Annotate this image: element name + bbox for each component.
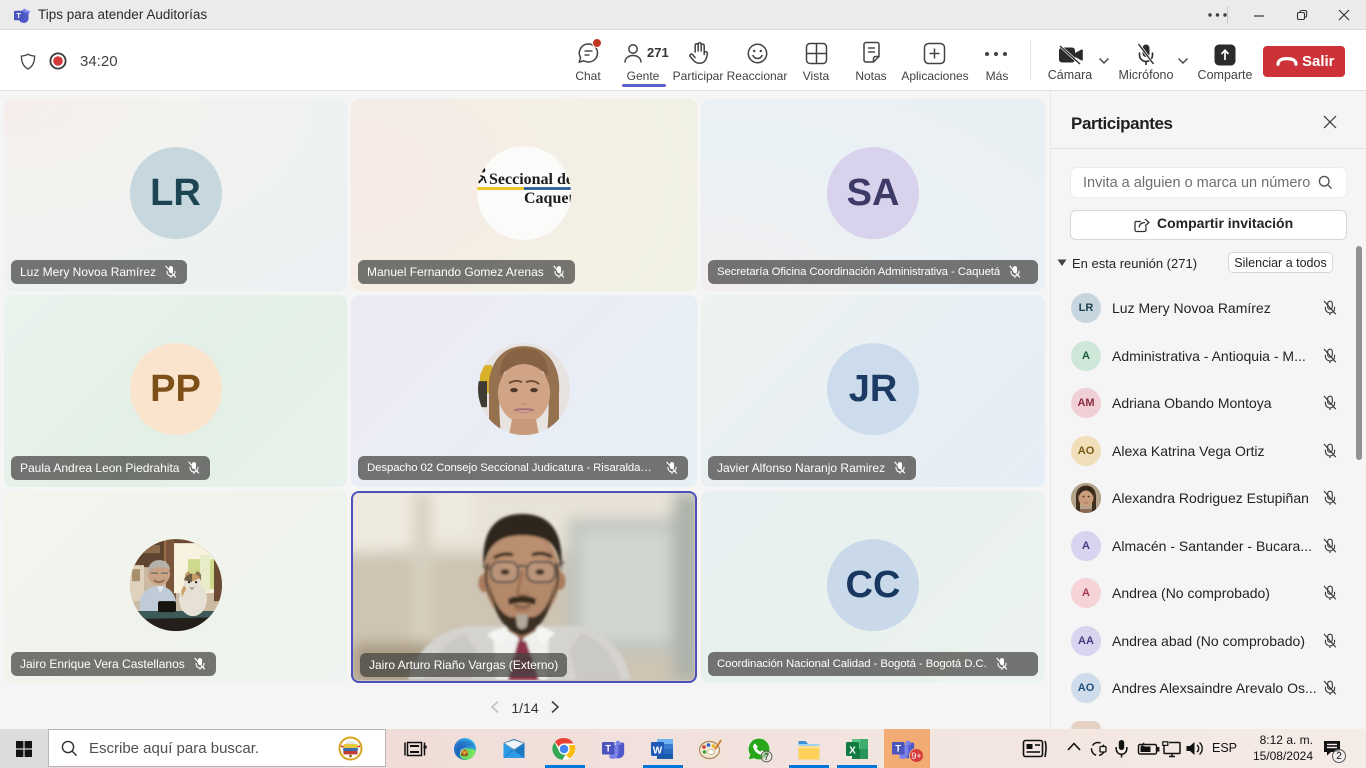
svg-text:Caquetá: Caquetá xyxy=(524,190,571,207)
svg-text:7: 7 xyxy=(764,752,769,763)
svg-text:T: T xyxy=(605,744,611,755)
svg-text:T: T xyxy=(16,11,21,20)
svg-text:X: X xyxy=(849,745,856,756)
svg-text:W: W xyxy=(653,745,663,756)
svg-text:T: T xyxy=(895,744,901,755)
svg-text:Seccional de: Seccional de xyxy=(489,171,571,188)
